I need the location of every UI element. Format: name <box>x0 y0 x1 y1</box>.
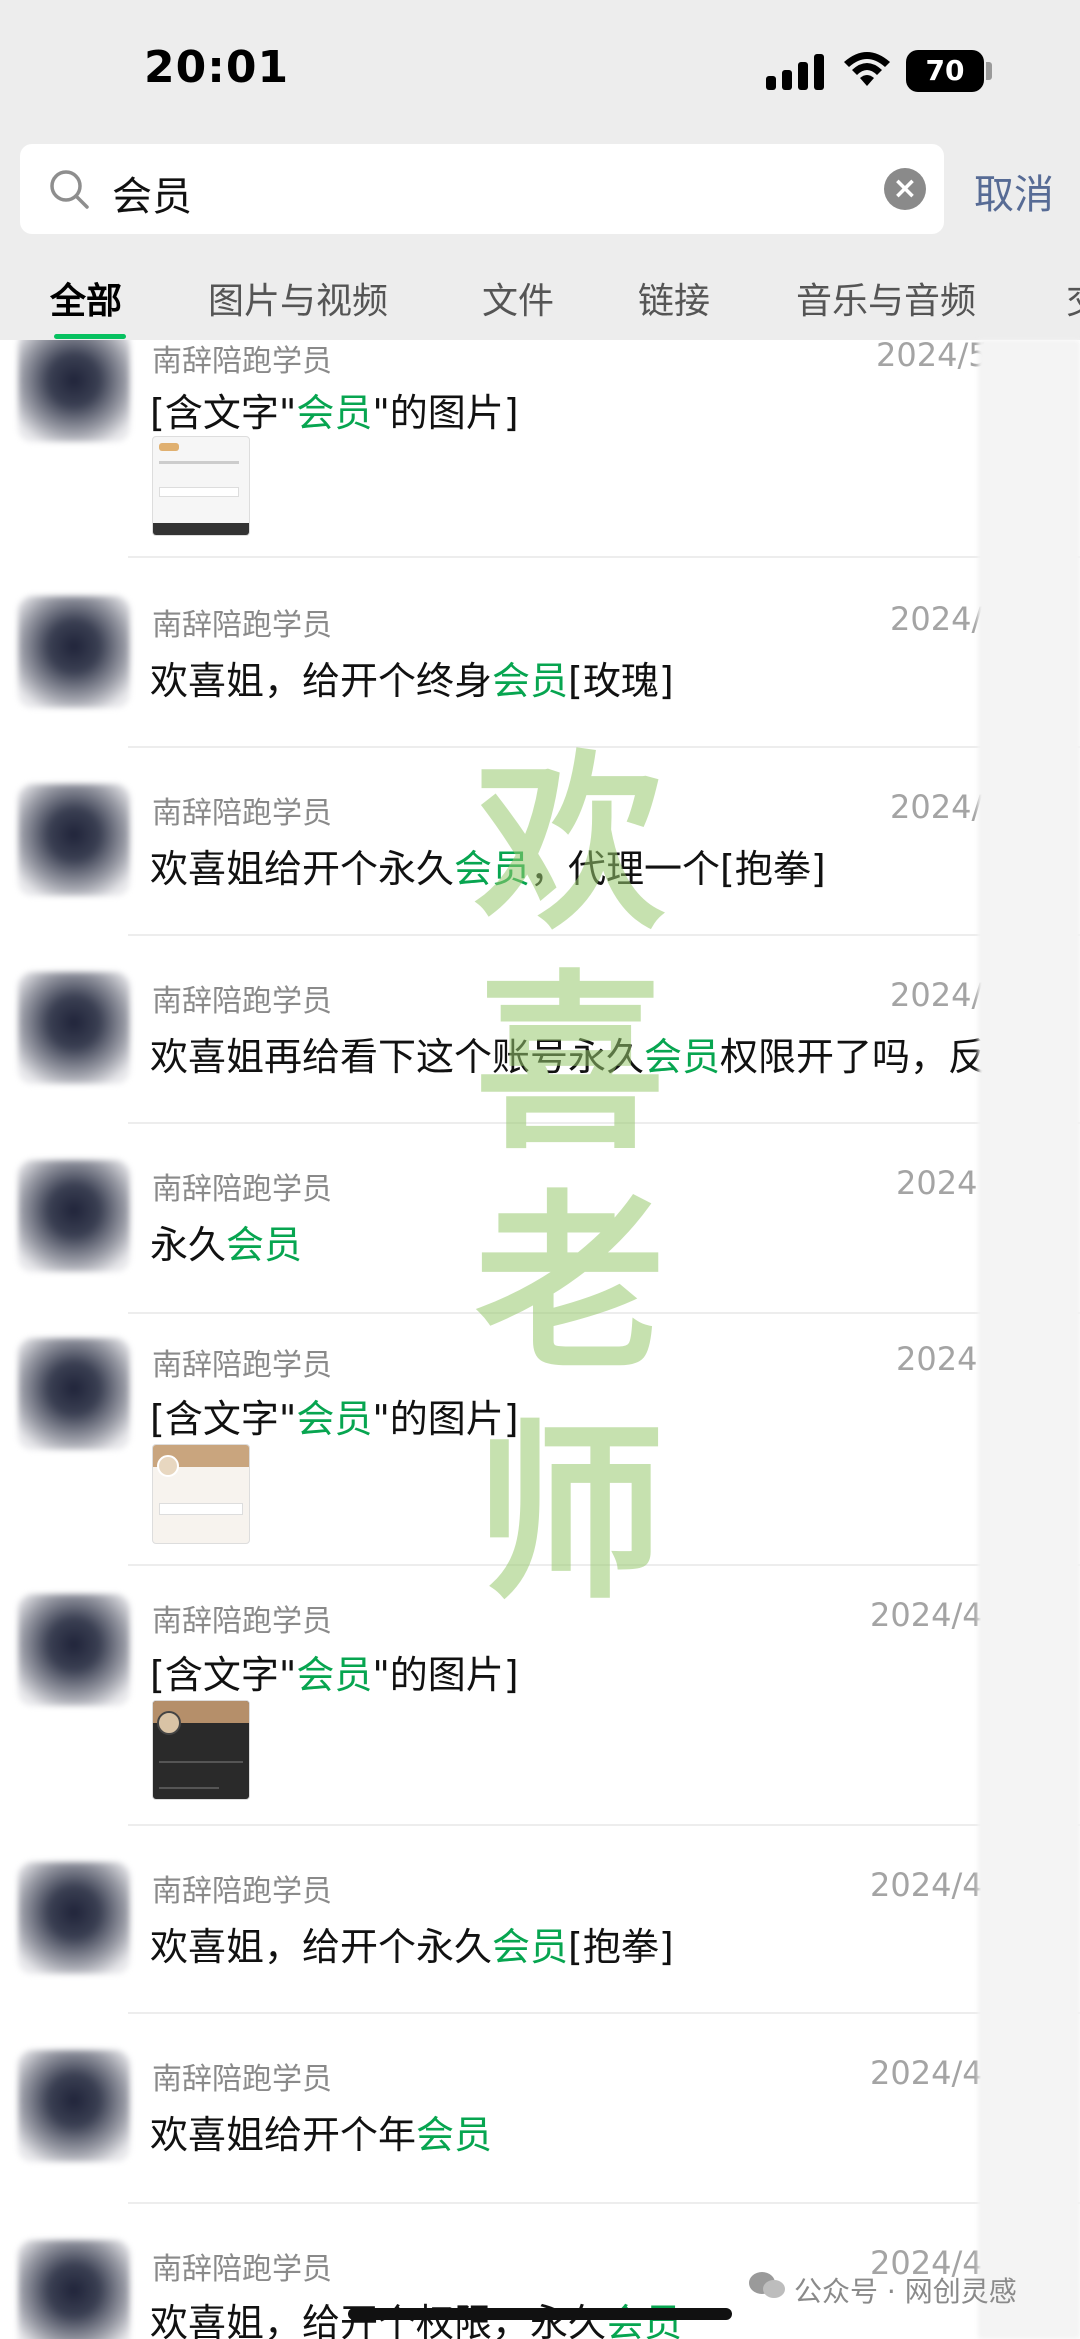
message-text: [含文字"会员"的图片] <box>150 1397 519 1441</box>
search-input[interactable]: 会员 × <box>20 144 944 234</box>
tab-links[interactable]: 链接 <box>638 272 710 324</box>
list-item[interactable]: 南辞陪跑学员 2024/4 欢喜姐给开个年会员 <box>0 2014 1080 2204</box>
avatar <box>18 2050 130 2162</box>
sender-name: 南辞陪跑学员 <box>152 984 332 1019</box>
avatar <box>18 340 130 442</box>
message-date: 2024/ <box>890 600 983 638</box>
sender-name: 南辞陪跑学员 <box>152 1172 332 1207</box>
avatar <box>18 2240 130 2339</box>
sender-name: 南辞陪跑学员 <box>152 1348 332 1383</box>
message-date: 2024 <box>896 1340 978 1378</box>
avatar <box>18 784 130 896</box>
account-watermark: 公众号 · 网创灵感 <box>794 2275 1017 2308</box>
filter-tabs: 全部 图片与视频 文件 链接 音乐与音频 交 <box>0 268 1080 340</box>
sender-name: 南辞陪跑学员 <box>152 1604 332 1639</box>
watermark-char: 师 <box>474 1402 665 1625</box>
avatar <box>18 596 130 708</box>
image-thumbnail[interactable] <box>152 1444 250 1544</box>
avatar <box>18 1862 130 1974</box>
list-item[interactable]: 南辞陪跑学员 2024/5 [含文字"会员"的图片] <box>0 340 1080 558</box>
avatar <box>18 1594 130 1706</box>
avatar <box>18 972 130 1084</box>
active-tab-indicator <box>54 334 126 339</box>
blurred-edge <box>978 340 1080 2339</box>
sender-name: 南辞陪跑学员 <box>152 2252 332 2287</box>
cancel-button[interactable]: 取消 <box>974 162 1054 220</box>
list-item[interactable]: 南辞陪跑学员 2024/4 欢喜姐，给开个永久会员[抱拳] <box>0 1826 1080 2014</box>
message-date: 2024/ <box>890 788 983 826</box>
battery-cap <box>986 62 992 80</box>
message-text: [含文字"会员"的图片] <box>150 1653 519 1697</box>
tab-more[interactable]: 交 <box>1066 272 1080 324</box>
clear-search-icon[interactable]: × <box>884 168 926 210</box>
image-thumbnail[interactable] <box>152 436 250 536</box>
wechat-logo-icon <box>749 2272 785 2298</box>
search-query[interactable]: 会员 <box>112 164 192 222</box>
message-date: 2024/4 <box>870 1866 983 1904</box>
message-date: 2024 <box>896 1164 978 1202</box>
tab-all[interactable]: 全部 <box>50 272 122 324</box>
message-text: 欢喜姐给开个年会员 <box>150 2113 493 2157</box>
message-date: 2024/4 <box>870 1596 983 1634</box>
avatar <box>18 1338 130 1450</box>
tab-images-videos[interactable]: 图片与视频 <box>208 272 388 324</box>
image-thumbnail[interactable] <box>152 1700 250 1800</box>
top-bar: 20:01 70 会员 × 取消 全部 图片与视频 文件 链接 音乐与音频 交 <box>0 0 1080 340</box>
home-indicator[interactable] <box>348 2308 732 2320</box>
sender-name: 南辞陪跑学员 <box>152 796 332 831</box>
message-text: [含文字"会员"的图片] <box>150 391 519 435</box>
sender-name: 南辞陪跑学员 <box>152 2062 332 2097</box>
message-text: 欢喜姐，给开个永久会员[抱拳] <box>150 1925 674 1969</box>
status-time: 20:01 <box>144 42 290 93</box>
message-date: 2024/5 <box>876 340 989 374</box>
battery-icon: 70 <box>906 50 984 92</box>
avatar <box>18 1160 130 1272</box>
message-date: 2024/ <box>890 976 983 1014</box>
sender-name: 南辞陪跑学员 <box>152 344 332 379</box>
tab-music-audio[interactable]: 音乐与音频 <box>796 272 976 324</box>
message-text: 永久会员 <box>150 1223 303 1267</box>
search-icon <box>50 170 89 209</box>
sender-name: 南辞陪跑学员 <box>152 608 332 643</box>
tab-files[interactable]: 文件 <box>482 272 554 324</box>
wifi-icon <box>844 52 890 86</box>
message-date: 2024/4 <box>870 2054 983 2092</box>
cellular-signal-icon <box>766 54 824 90</box>
sender-name: 南辞陪跑学员 <box>152 1874 332 1909</box>
